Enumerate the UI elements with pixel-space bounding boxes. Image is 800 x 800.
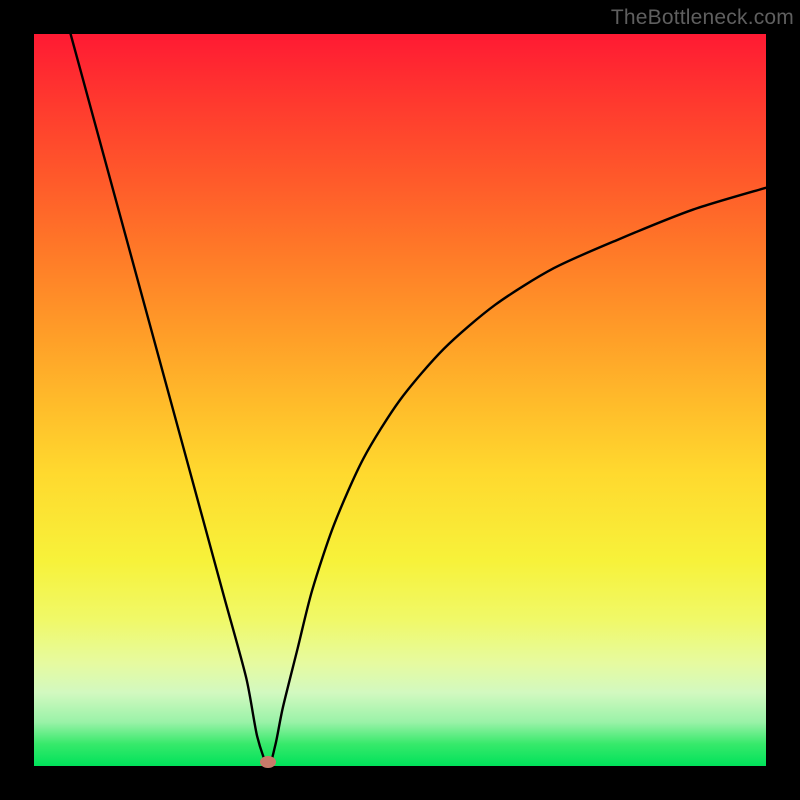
plot-area — [34, 34, 766, 766]
bottleneck-curve — [34, 34, 766, 766]
chart-container: TheBottleneck.com — [0, 0, 800, 800]
optimal-marker — [260, 756, 276, 768]
watermark-text: TheBottleneck.com — [611, 6, 794, 30]
